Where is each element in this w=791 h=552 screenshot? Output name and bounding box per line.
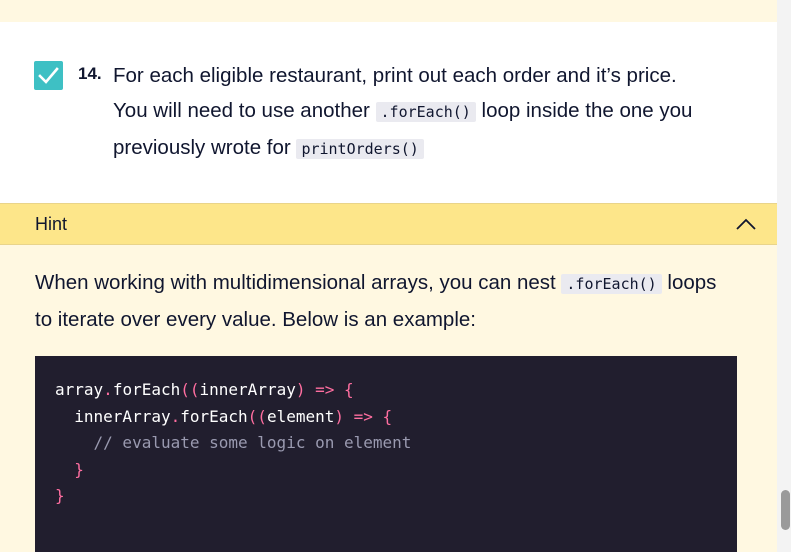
code-text: array.forEach((innerArray) => { innerArr… [55, 377, 717, 510]
chevron-up-icon[interactable] [735, 217, 757, 231]
hint-label: Hint [35, 214, 68, 234]
hint-toggle[interactable]: Hint [0, 203, 777, 245]
task-number: 14. [78, 64, 102, 83]
hint-text-start: When working with multidimensional array… [35, 271, 562, 294]
hint-inline-code: .forEach() [561, 274, 662, 294]
code-line-5: } [55, 486, 65, 505]
code-line-2: innerArray.forEach((element) => { [55, 406, 393, 426]
inline-code-printorders: printOrders() [296, 139, 424, 159]
task-line-1: For each eligible restaurant, print out … [113, 64, 677, 87]
code-line-1: array.forEach((innerArray) => { [55, 380, 354, 399]
hint-content: When working with multidimensional array… [0, 245, 777, 552]
scrollbar-thumb[interactable] [781, 490, 790, 530]
task-description: For each eligible restaurant, print out … [113, 58, 753, 167]
task-item: 14. For each eligible restaurant, print … [0, 22, 777, 203]
code-example: array.forEach((innerArray) => { innerArr… [35, 356, 737, 552]
scrollbar-track[interactable] [777, 0, 791, 552]
task-checkbox[interactable] [34, 61, 63, 90]
hint-text: When working with multidimensional array… [35, 265, 735, 337]
previous-section-strip [0, 0, 777, 22]
inline-code-foreach: .forEach() [375, 102, 476, 122]
code-line-3: // evaluate some logic on element [55, 433, 412, 452]
code-line-4: } [55, 459, 84, 479]
task-line-2-start: You will need to use another [113, 99, 376, 122]
check-icon [38, 67, 59, 84]
